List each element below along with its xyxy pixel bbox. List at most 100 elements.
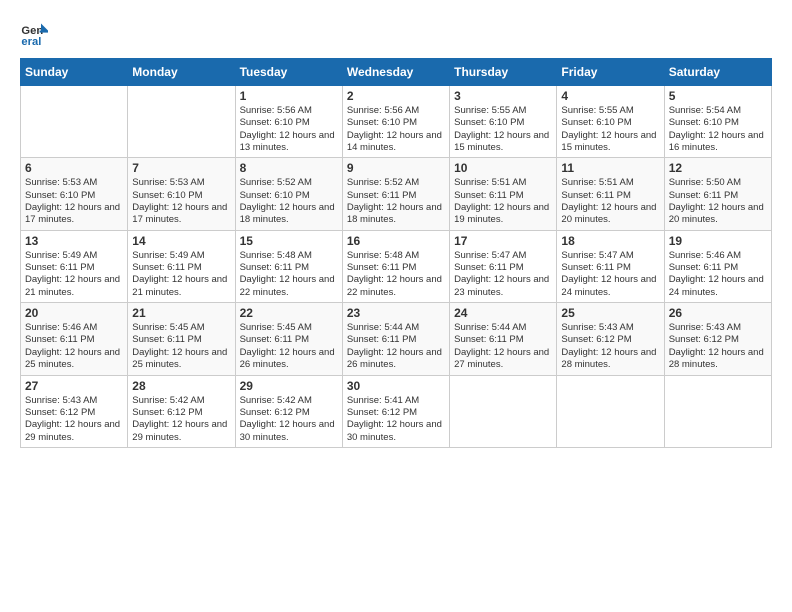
calendar-day-cell: 18 Sunrise: 5:47 AM Sunset: 6:11 PM Dayli… — [557, 230, 664, 302]
calendar-day-cell: 8 Sunrise: 5:52 AM Sunset: 6:10 PM Daylig… — [235, 158, 342, 230]
day-number: 9 — [347, 161, 445, 175]
day-number: 7 — [132, 161, 230, 175]
day-number: 11 — [561, 161, 659, 175]
day-info: Sunrise: 5:43 AM Sunset: 6:12 PM Dayligh… — [25, 395, 123, 444]
calendar-day-cell: 3 Sunrise: 5:55 AM Sunset: 6:10 PM Daylig… — [450, 86, 557, 158]
day-info: Sunrise: 5:48 AM Sunset: 6:11 PM Dayligh… — [347, 250, 445, 299]
day-info: Sunrise: 5:51 AM Sunset: 6:11 PM Dayligh… — [454, 177, 552, 226]
calendar-day-cell — [557, 375, 664, 447]
svg-text:eral: eral — [21, 36, 41, 48]
calendar-day-cell: 29Sunrise: 5:42 AM Sunset: 6:12 PM Dayli… — [235, 375, 342, 447]
calendar-day-cell: 11 Sunrise: 5:51 AM Sunset: 6:11 PM Dayli… — [557, 158, 664, 230]
day-number: 10 — [454, 161, 552, 175]
calendar-day-cell — [128, 86, 235, 158]
day-info: Sunrise: 5:46 AM Sunset: 6:11 PM Dayligh… — [25, 322, 123, 371]
day-of-week-header: Friday — [557, 59, 664, 86]
calendar-day-cell: 10 Sunrise: 5:51 AM Sunset: 6:11 PM Dayli… — [450, 158, 557, 230]
day-number: 2 — [347, 89, 445, 103]
day-number: 15 — [240, 234, 338, 248]
calendar-week-row: 1 Sunrise: 5:56 AM Sunset: 6:10 PM Daylig… — [21, 86, 772, 158]
day-info: Sunrise: 5:55 AM Sunset: 6:10 PM Dayligh… — [561, 105, 659, 154]
day-info: Sunrise: 5:55 AM Sunset: 6:10 PM Dayligh… — [454, 105, 552, 154]
day-number: 3 — [454, 89, 552, 103]
calendar-day-cell: 30 Sunrise: 5:41 AM Sunset: 6:12 PM Dayli… — [342, 375, 449, 447]
day-info: Sunrise: 5:51 AM Sunset: 6:11 PM Dayligh… — [561, 177, 659, 226]
day-number: 1 — [240, 89, 338, 103]
day-number: 13 — [25, 234, 123, 248]
day-info: Sunrise: 5:44 AM Sunset: 6:11 PM Dayligh… — [347, 322, 445, 371]
day-number: 22 — [240, 306, 338, 320]
day-info: Sunrise: 5:47 AM Sunset: 6:11 PM Dayligh… — [561, 250, 659, 299]
day-number: 8 — [240, 161, 338, 175]
day-number: 28 — [132, 379, 230, 393]
day-info: Sunrise: 5:48 AM Sunset: 6:11 PM Dayligh… — [240, 250, 338, 299]
day-number: 4 — [561, 89, 659, 103]
calendar-day-cell: 25 Sunrise: 5:43 AM Sunset: 6:12 PM Dayli… — [557, 303, 664, 375]
day-number: 23 — [347, 306, 445, 320]
day-number: 27 — [25, 379, 123, 393]
day-of-week-header: Monday — [128, 59, 235, 86]
calendar-day-cell — [21, 86, 128, 158]
day-number: 20 — [25, 306, 123, 320]
day-number: 21 — [132, 306, 230, 320]
day-info: Sunrise: 5:50 AM Sunset: 6:11 PM Dayligh… — [669, 177, 767, 226]
day-of-week-header: Tuesday — [235, 59, 342, 86]
calendar-day-cell: 1 Sunrise: 5:56 AM Sunset: 6:10 PM Daylig… — [235, 86, 342, 158]
day-info: Sunrise: 5:43 AM Sunset: 6:12 PM Dayligh… — [561, 322, 659, 371]
day-number: 17 — [454, 234, 552, 248]
day-of-week-header: Sunday — [21, 59, 128, 86]
calendar-day-cell: 5 Sunrise: 5:54 AM Sunset: 6:10 PM Daylig… — [664, 86, 771, 158]
day-info: Sunrise: 5:43 AM Sunset: 6:12 PM Dayligh… — [669, 322, 767, 371]
day-info: Sunrise: 5:53 AM Sunset: 6:10 PM Dayligh… — [25, 177, 123, 226]
calendar-day-cell: 2 Sunrise: 5:56 AM Sunset: 6:10 PM Daylig… — [342, 86, 449, 158]
day-number: 12 — [669, 161, 767, 175]
calendar-day-cell: 22Sunrise: 5:45 AM Sunset: 6:11 PM Dayli… — [235, 303, 342, 375]
calendar-day-cell: 4 Sunrise: 5:55 AM Sunset: 6:10 PM Daylig… — [557, 86, 664, 158]
calendar-week-row: 27 Sunrise: 5:43 AM Sunset: 6:12 PM Dayli… — [21, 375, 772, 447]
day-number: 30 — [347, 379, 445, 393]
day-number: 25 — [561, 306, 659, 320]
logo-icon: Gen eral — [20, 20, 48, 48]
calendar-day-cell — [664, 375, 771, 447]
calendar-day-cell: 16 Sunrise: 5:48 AM Sunset: 6:11 PM Dayli… — [342, 230, 449, 302]
day-info: Sunrise: 5:54 AM Sunset: 6:10 PM Dayligh… — [669, 105, 767, 154]
calendar-day-cell: 19 Sunrise: 5:46 AM Sunset: 6:11 PM Dayli… — [664, 230, 771, 302]
day-number: 26 — [669, 306, 767, 320]
calendar-header-row: SundayMondayTuesdayWednesdayThursdayFrid… — [21, 59, 772, 86]
calendar-week-row: 6Sunrise: 5:53 AM Sunset: 6:10 PM Daylig… — [21, 158, 772, 230]
calendar-day-cell: 9 Sunrise: 5:52 AM Sunset: 6:11 PM Daylig… — [342, 158, 449, 230]
day-info: Sunrise: 5:56 AM Sunset: 6:10 PM Dayligh… — [240, 105, 338, 154]
calendar-week-row: 13 Sunrise: 5:49 AM Sunset: 6:11 PM Dayli… — [21, 230, 772, 302]
day-info: Sunrise: 5:56 AM Sunset: 6:10 PM Dayligh… — [347, 105, 445, 154]
day-info: Sunrise: 5:49 AM Sunset: 6:11 PM Dayligh… — [25, 250, 123, 299]
day-info: Sunrise: 5:42 AM Sunset: 6:12 PM Dayligh… — [132, 395, 230, 444]
day-of-week-header: Wednesday — [342, 59, 449, 86]
calendar-table: SundayMondayTuesdayWednesdayThursdayFrid… — [20, 58, 772, 448]
calendar-day-cell: 14Sunrise: 5:49 AM Sunset: 6:11 PM Dayli… — [128, 230, 235, 302]
day-info: Sunrise: 5:52 AM Sunset: 6:10 PM Dayligh… — [240, 177, 338, 226]
day-of-week-header: Saturday — [664, 59, 771, 86]
calendar-day-cell: 27 Sunrise: 5:43 AM Sunset: 6:12 PM Dayli… — [21, 375, 128, 447]
day-info: Sunrise: 5:45 AM Sunset: 6:11 PM Dayligh… — [132, 322, 230, 371]
day-info: Sunrise: 5:52 AM Sunset: 6:11 PM Dayligh… — [347, 177, 445, 226]
logo: Gen eral — [20, 20, 52, 48]
calendar-day-cell: 24Sunrise: 5:44 AM Sunset: 6:11 PM Dayli… — [450, 303, 557, 375]
day-number: 5 — [669, 89, 767, 103]
day-number: 19 — [669, 234, 767, 248]
day-info: Sunrise: 5:46 AM Sunset: 6:11 PM Dayligh… — [669, 250, 767, 299]
calendar-day-cell: 26 Sunrise: 5:43 AM Sunset: 6:12 PM Dayli… — [664, 303, 771, 375]
calendar-day-cell: 21 Sunrise: 5:45 AM Sunset: 6:11 PM Dayli… — [128, 303, 235, 375]
calendar-day-cell: 12 Sunrise: 5:50 AM Sunset: 6:11 PM Dayli… — [664, 158, 771, 230]
calendar-day-cell — [450, 375, 557, 447]
day-number: 16 — [347, 234, 445, 248]
day-info: Sunrise: 5:44 AM Sunset: 6:11 PM Dayligh… — [454, 322, 552, 371]
day-info: Sunrise: 5:41 AM Sunset: 6:12 PM Dayligh… — [347, 395, 445, 444]
calendar-day-cell: 6Sunrise: 5:53 AM Sunset: 6:10 PM Daylig… — [21, 158, 128, 230]
calendar-day-cell: 28 Sunrise: 5:42 AM Sunset: 6:12 PM Dayli… — [128, 375, 235, 447]
calendar-day-cell: 17Sunrise: 5:47 AM Sunset: 6:11 PM Dayli… — [450, 230, 557, 302]
calendar-day-cell: 15 Sunrise: 5:48 AM Sunset: 6:11 PM Dayli… — [235, 230, 342, 302]
calendar-day-cell: 13 Sunrise: 5:49 AM Sunset: 6:11 PM Dayli… — [21, 230, 128, 302]
day-number: 18 — [561, 234, 659, 248]
day-number: 29 — [240, 379, 338, 393]
day-info: Sunrise: 5:53 AM Sunset: 6:10 PM Dayligh… — [132, 177, 230, 226]
